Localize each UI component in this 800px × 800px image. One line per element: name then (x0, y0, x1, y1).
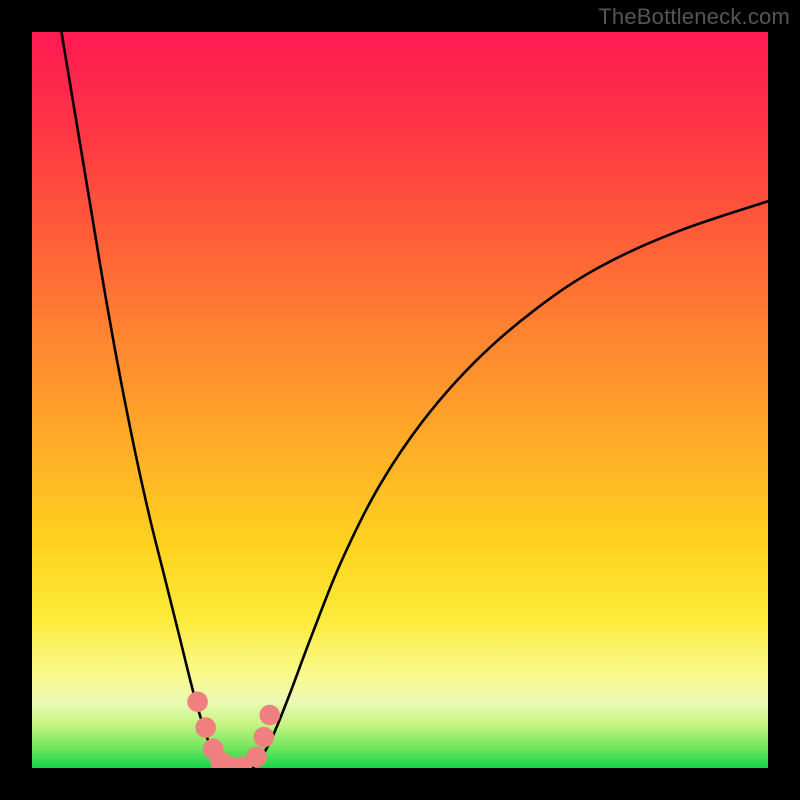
marker-point (195, 717, 216, 738)
chart-frame: TheBottleneck.com (0, 0, 800, 800)
plot-area (32, 32, 768, 768)
highlight-markers (187, 691, 280, 768)
bottleneck-curve (61, 32, 768, 768)
marker-point (254, 727, 275, 748)
chart-svg (32, 32, 768, 768)
marker-point (246, 747, 267, 768)
marker-point (259, 705, 280, 726)
marker-point (187, 691, 208, 712)
watermark-text: TheBottleneck.com (598, 4, 790, 30)
